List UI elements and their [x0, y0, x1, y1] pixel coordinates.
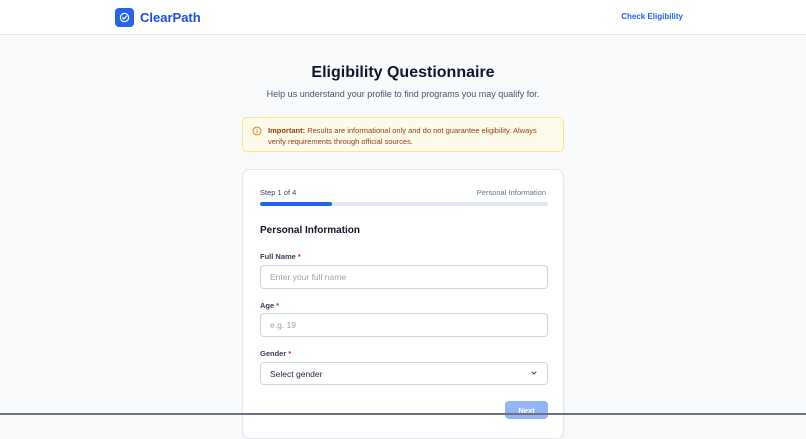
age-label-text: Age	[260, 301, 275, 310]
step-name: Personal Information	[476, 188, 546, 197]
next-button[interactable]: Next	[505, 401, 548, 419]
check-eligibility-link[interactable]: Check Eligibility	[621, 12, 683, 21]
section-title: Personal Information	[260, 225, 361, 236]
step-indicator: Step 1 of 4	[260, 188, 297, 197]
notice-text: Results are informational only and do no…	[268, 126, 537, 146]
check-circle-icon	[115, 7, 134, 27]
gender-label-text: Gender	[260, 349, 287, 358]
required-marker: *	[297, 252, 301, 261]
full-name-label: Full Name *	[260, 252, 301, 261]
page-subtitle: Help us understand your profile to find …	[266, 89, 540, 99]
top-header: ClearPath Check Eligibility	[0, 0, 806, 35]
age-label: Age *	[260, 301, 279, 310]
gender-selected-value: Select gender	[270, 368, 323, 379]
progress-fill	[260, 202, 332, 206]
required-marker: *	[288, 349, 292, 358]
full-name-input[interactable]	[260, 265, 548, 289]
gender-label: Gender *	[260, 349, 291, 358]
questionnaire-card: Step 1 of 4 Personal Information Persona…	[242, 169, 564, 439]
brand-logo[interactable]: ClearPath	[115, 7, 201, 27]
gender-select[interactable]: Select gender	[260, 362, 548, 385]
info-circle-icon	[252, 126, 262, 139]
important-notice: Important: Results are informational onl…	[242, 117, 564, 152]
required-marker: *	[276, 301, 280, 310]
brand-name: ClearPath	[140, 9, 201, 25]
notice-label: Important:	[268, 126, 306, 135]
chevron-down-icon	[530, 369, 538, 379]
full-name-label-text: Full Name	[260, 252, 296, 261]
age-input[interactable]	[260, 313, 548, 337]
page-title: Eligibility Questionnaire	[311, 64, 495, 81]
progress-bar	[260, 202, 548, 206]
